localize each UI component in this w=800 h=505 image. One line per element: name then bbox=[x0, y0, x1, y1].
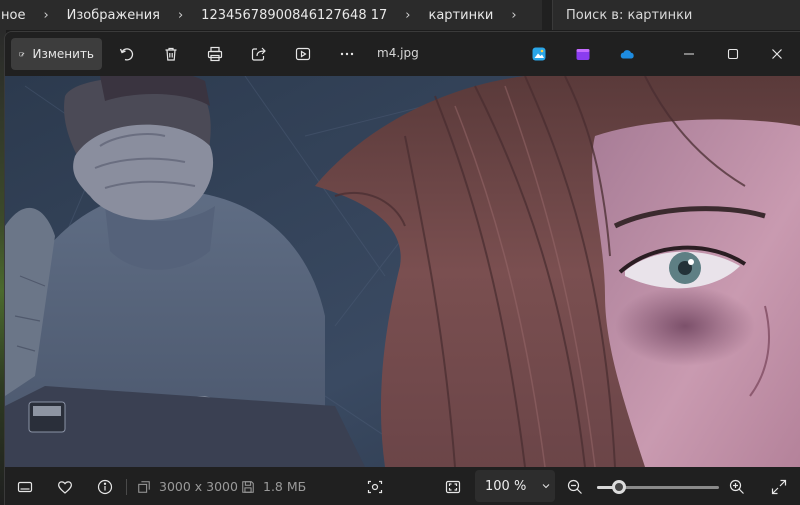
maximize-button[interactable] bbox=[711, 38, 755, 70]
delete-button[interactable] bbox=[155, 38, 187, 70]
zoom-slider[interactable] bbox=[597, 479, 719, 495]
breadcrumb-item[interactable]: Изображения › bbox=[63, 8, 198, 23]
onedrive-button[interactable] bbox=[611, 38, 643, 70]
filmstrip-button[interactable] bbox=[9, 471, 41, 503]
minimize-icon bbox=[684, 53, 694, 55]
visual-search-icon bbox=[367, 480, 383, 494]
zoom-out-icon bbox=[567, 479, 582, 494]
favorite-button[interactable] bbox=[49, 471, 81, 503]
breadcrumb-label[interactable]: 12345678900846127648 17 bbox=[197, 8, 391, 23]
file-name: m4.jpg bbox=[377, 46, 419, 60]
file-size: 1.8 МБ bbox=[241, 479, 306, 494]
filmstrip-icon bbox=[17, 481, 33, 493]
zoom-in-button[interactable] bbox=[721, 471, 753, 503]
zoom-level-dropdown[interactable]: 100 % bbox=[475, 470, 555, 502]
zoom-slider-thumb[interactable] bbox=[612, 480, 626, 494]
dimensions-icon bbox=[138, 480, 150, 493]
slideshow-icon bbox=[295, 47, 311, 61]
breadcrumb-label[interactable]: картинки bbox=[424, 8, 497, 23]
onedrive-icon bbox=[620, 50, 634, 59]
rotate-icon bbox=[119, 48, 134, 61]
full-screen-button[interactable] bbox=[763, 471, 795, 503]
breadcrumb[interactable]: ное › Изображения › 12345678900846127648… bbox=[0, 0, 542, 30]
file-info-button[interactable] bbox=[89, 471, 121, 503]
image-canvas[interactable] bbox=[5, 76, 800, 467]
zoom-out-button[interactable] bbox=[559, 471, 591, 503]
photos-viewer-window: Изменить m4.jpg 3000 x 3000 1.8 МБ 100 % bbox=[4, 31, 800, 505]
share-button[interactable] bbox=[243, 38, 275, 70]
zoom-level-value: 100 % bbox=[485, 478, 527, 494]
rotate-button[interactable] bbox=[111, 38, 143, 70]
more-options-button[interactable] bbox=[331, 38, 363, 70]
delete-icon bbox=[165, 47, 177, 61]
save-icon bbox=[242, 480, 254, 493]
chevron-right-icon[interactable]: › bbox=[164, 8, 197, 23]
edit-button-label: Изменить bbox=[32, 47, 95, 61]
clipchamp-icon bbox=[576, 49, 590, 60]
expand-icon bbox=[771, 479, 787, 495]
fit-to-window-icon bbox=[445, 480, 461, 494]
chevron-right-icon[interactable]: › bbox=[29, 8, 62, 23]
displayed-image bbox=[5, 76, 800, 467]
maximize-icon bbox=[727, 48, 739, 60]
visual-search-button[interactable] bbox=[359, 471, 391, 503]
edit-image-icon bbox=[19, 52, 25, 57]
slideshow-button[interactable] bbox=[287, 38, 319, 70]
breadcrumb-label[interactable]: Изображения bbox=[63, 8, 164, 23]
file-size-value: 1.8 МБ bbox=[263, 479, 307, 494]
status-divider bbox=[126, 479, 127, 495]
clipchamp-button[interactable] bbox=[567, 38, 599, 70]
breadcrumb-item[interactable]: ное › bbox=[0, 8, 63, 23]
close-icon bbox=[772, 49, 782, 59]
viewer-toolbar: Изменить m4.jpg bbox=[5, 32, 800, 76]
info-icon bbox=[97, 479, 113, 495]
chevron-down-icon bbox=[542, 484, 550, 489]
explorer-address-bar: ное › Изображения › 12345678900846127648… bbox=[0, 0, 800, 30]
dimensions-value: 3000 x 3000 bbox=[159, 479, 238, 494]
breadcrumb-label[interactable]: ное bbox=[0, 8, 29, 23]
print-button[interactable] bbox=[199, 38, 231, 70]
close-button[interactable] bbox=[755, 38, 799, 70]
share-icon bbox=[251, 47, 266, 61]
chevron-right-icon[interactable]: › bbox=[497, 8, 530, 23]
zoom-in-icon bbox=[729, 479, 744, 494]
fit-to-window-button[interactable] bbox=[437, 471, 469, 503]
photo-editor-button[interactable] bbox=[523, 38, 555, 70]
minimize-button[interactable] bbox=[667, 38, 711, 70]
breadcrumb-item[interactable]: картинки › bbox=[424, 8, 530, 23]
more-icon bbox=[340, 52, 354, 56]
heart-icon bbox=[58, 481, 72, 494]
image-dimensions: 3000 x 3000 bbox=[137, 479, 238, 494]
chevron-right-icon[interactable]: › bbox=[391, 8, 424, 23]
print-icon bbox=[207, 46, 223, 62]
search-input[interactable]: Поиск в: картинки bbox=[552, 0, 800, 30]
search-placeholder: Поиск в: картинки bbox=[566, 7, 693, 23]
photo-editor-icon bbox=[532, 47, 546, 61]
edit-button[interactable]: Изменить bbox=[11, 38, 102, 70]
breadcrumb-item[interactable]: 12345678900846127648 17 › bbox=[197, 8, 424, 23]
viewer-status-bar: 3000 x 3000 1.8 МБ 100 % bbox=[5, 467, 800, 505]
